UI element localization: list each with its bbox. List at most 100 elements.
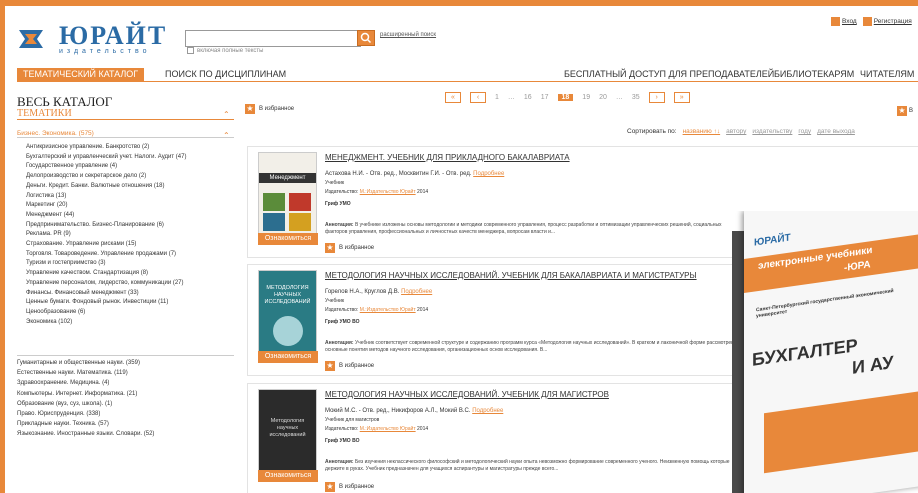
top-category-item[interactable]: Право. Юриспруденция. (338) [17,409,234,419]
account-links: Вход Регистрация [831,17,912,26]
sort-by-release-date[interactable]: дате выхода [817,128,855,135]
fulltext-checkbox[interactable] [187,47,194,54]
subcategory-item[interactable]: Страхование. Управление рисками (15) [26,240,186,250]
fulltext-option[interactable]: включая полные тексты [187,47,263,54]
book-cover[interactable]: Менеджмент [258,152,317,241]
book-authors: Астахова Н.И. - Отв. ред., Москвитин Г.И… [325,171,472,177]
topics-heading: ТЕМАТИКИ [17,108,234,120]
sort-by-title[interactable]: названию ↑↓ [683,128,721,135]
publisher-link[interactable]: М.:Издательство Юрайт [360,307,416,313]
page-link[interactable]: 1 [495,94,499,101]
advanced-search-link[interactable]: расширенный поиск [380,32,436,38]
book-annotation: Аннотация: Учебник соответствует совреме… [325,340,738,353]
star-icon: ★ [245,104,255,114]
promo-title-2: И АУ [852,351,894,378]
nav-free-access[interactable]: БЕСПЛАТНЫЙ ДОСТУП ДЛЯ ПРЕПОДАВАТЕЛЕЙ [564,68,774,81]
subcategory-item[interactable]: Управление персоналом, лидерство, коммун… [26,279,186,289]
register-link[interactable]: Регистрация [862,17,912,26]
add-to-favorites[interactable]: ★ В избранное [325,482,374,492]
publisher-link[interactable]: М.:Издательство Юрайт [360,426,416,432]
book-type: Учебник [325,298,345,304]
details-link[interactable]: Подробнее [473,171,504,177]
sort-by-author[interactable]: автору [726,128,746,135]
star-icon: ★ [897,106,907,116]
page-ellipsis: … [507,94,515,101]
top-category-item[interactable]: Естественные науки. Математика. (119) [17,368,234,378]
subcategory-item[interactable]: Предпринимательство. Бизнес-Планирование… [26,221,186,231]
publisher-link[interactable]: М.:Издательство Юрайт [360,189,416,195]
page: ЮРАЙТ издательство расширенный поиск вкл… [5,6,918,493]
book-grif: Гриф УМО ВО [325,438,360,444]
category-business[interactable]: Бизнес. Экономика. (575) [17,130,234,138]
subcategory-item[interactable]: Финансы. Финансовый менеджмент (33) [26,289,186,299]
subcategory-item[interactable]: Реклама. PR (9) [26,230,186,240]
details-link[interactable]: Подробнее [401,289,432,295]
subcategory-item[interactable]: Управление качеством. Стандартизация (8) [26,269,186,279]
subcategory-item[interactable]: Экономика (102) [26,318,186,328]
page-link[interactable]: 16 [524,94,532,101]
top-category-item[interactable]: Компьютеры. Интернет. Информатика. (21) [17,389,234,399]
promo-book-image: ЮРАЙТ электронные учебники -ЮРА Санкт-Пе… [732,211,918,493]
top-category-item[interactable]: Гуманитарные и общественные науки. (359) [17,358,234,368]
logo[interactable]: ЮРАЙТ издательство [19,22,167,55]
read-button[interactable]: Ознакомиться [258,233,318,245]
sort-by-year[interactable]: году [798,128,811,135]
nav-thematic-catalog[interactable]: ТЕМАТИЧЕСКИЙ КАТАЛОГ [17,68,145,81]
star-icon: ★ [325,243,335,253]
subcategory-item[interactable]: Ценные бумаги. Фондовый рынок. Инвестици… [26,298,186,308]
subcategory-item[interactable]: Туризм и гостеприимство (3) [26,259,186,269]
favorites-label: В избранное [259,106,295,112]
prev-page-button[interactable]: ‹ [470,92,486,103]
top-category-item[interactable]: Прикладные науки. Техника. (57) [17,419,234,429]
book-title[interactable]: МЕНЕДЖМЕНТ. Учебник для прикладного бака… [325,153,570,162]
subcategory-item[interactable]: Антикризисное управление. Банкротство (2… [26,143,186,153]
add-to-favorites[interactable]: ★ В избранное [325,361,374,371]
book-type: Учебник [325,180,345,186]
page-link[interactable]: 35 [632,94,640,101]
last-page-button[interactable]: » [673,92,690,103]
subcategory-item[interactable]: Делопроизводство и секретарское дело (2) [26,172,186,182]
next-page-button[interactable]: › [648,92,665,103]
book-year: 2014 [417,189,429,195]
subcategory-item[interactable]: Маркетинг (20) [26,201,186,211]
first-page-button[interactable]: « [445,92,461,103]
nav-search-disciplines[interactable]: ПОИСК ПО ДИСЦИПЛИНАМ [165,68,286,81]
read-button[interactable]: Ознакомиться [258,470,318,482]
star-icon: ★ [325,361,335,371]
page-link[interactable]: 19 [582,94,590,101]
book-cover[interactable]: МЕТОДОЛОГИЯ НАУЧНЫХ ИССЛЕДОВАНИЙ [258,270,317,359]
book-title[interactable]: МЕТОДОЛОГИЯ НАУЧНЫХ ИССЛЕДОВАНИЙ. Учебни… [325,271,697,280]
publisher-label: Издательство: [325,189,359,195]
page-link[interactable]: 20 [599,94,607,101]
add-favorites-top[interactable]: ★ В избранное [245,104,294,114]
read-button[interactable]: Ознакомиться [258,351,318,363]
subcategory-item[interactable]: Деньги. Кредит. Банки. Валютные отношени… [26,182,186,192]
logo-mark-icon [19,28,55,50]
login-link[interactable]: Вход [831,17,857,26]
details-link[interactable]: Подробнее [472,408,503,414]
top-category-item[interactable]: Образование (вуз, суз, школа). (1) [17,399,234,409]
book-cover[interactable]: Методология научных исследований [258,389,317,478]
chevron-up-icon[interactable]: ⌃ [223,110,230,119]
subcategory-item[interactable]: Государственное управление (4) [26,162,186,172]
subcategory-item[interactable]: Логистика (13) [26,192,186,202]
search-input[interactable] [185,30,361,47]
add-to-favorites[interactable]: ★ В избранное [325,243,374,253]
book-title[interactable]: МЕТОДОЛОГИЯ НАУЧНЫХ ИССЛЕДОВАНИЙ. Учебни… [325,390,609,399]
top-category-item[interactable]: Языкознание. Иностранные языки. Словари.… [17,429,234,439]
subcategory-item[interactable]: Торговля. Товароведение. Управление прод… [26,250,186,260]
search-button[interactable] [357,30,375,46]
subcategory-item[interactable]: Бухгалтерский и управленческий учет. Нал… [26,153,186,163]
publisher-label: Издательство: [325,426,359,432]
nav-readers[interactable]: ЧИТАТЕЛЯМ [860,68,914,81]
sort-by-publisher[interactable]: издательству [752,128,792,135]
chevron-up-icon[interactable]: ⌃ [223,131,230,140]
top-category-item[interactable]: Здравоохранение. Медицина. (4) [17,378,234,388]
cover-title: МЕТОДОЛОГИЯ НАУЧНЫХ ИССЛЕДОВАНИЙ [264,285,311,305]
add-favorites-right[interactable]: ★ В [897,106,913,116]
page-link[interactable]: 17 [541,94,549,101]
subcategory-item[interactable]: Ценообразование (6) [26,308,186,318]
nav-librarians[interactable]: БИБЛИОТЕКАРЯМ [774,68,854,81]
pagination: « ‹ 1 … 16 17 18 19 20 … 35 › » [445,92,690,103]
subcategory-item[interactable]: Менеджмент (44) [26,211,186,221]
